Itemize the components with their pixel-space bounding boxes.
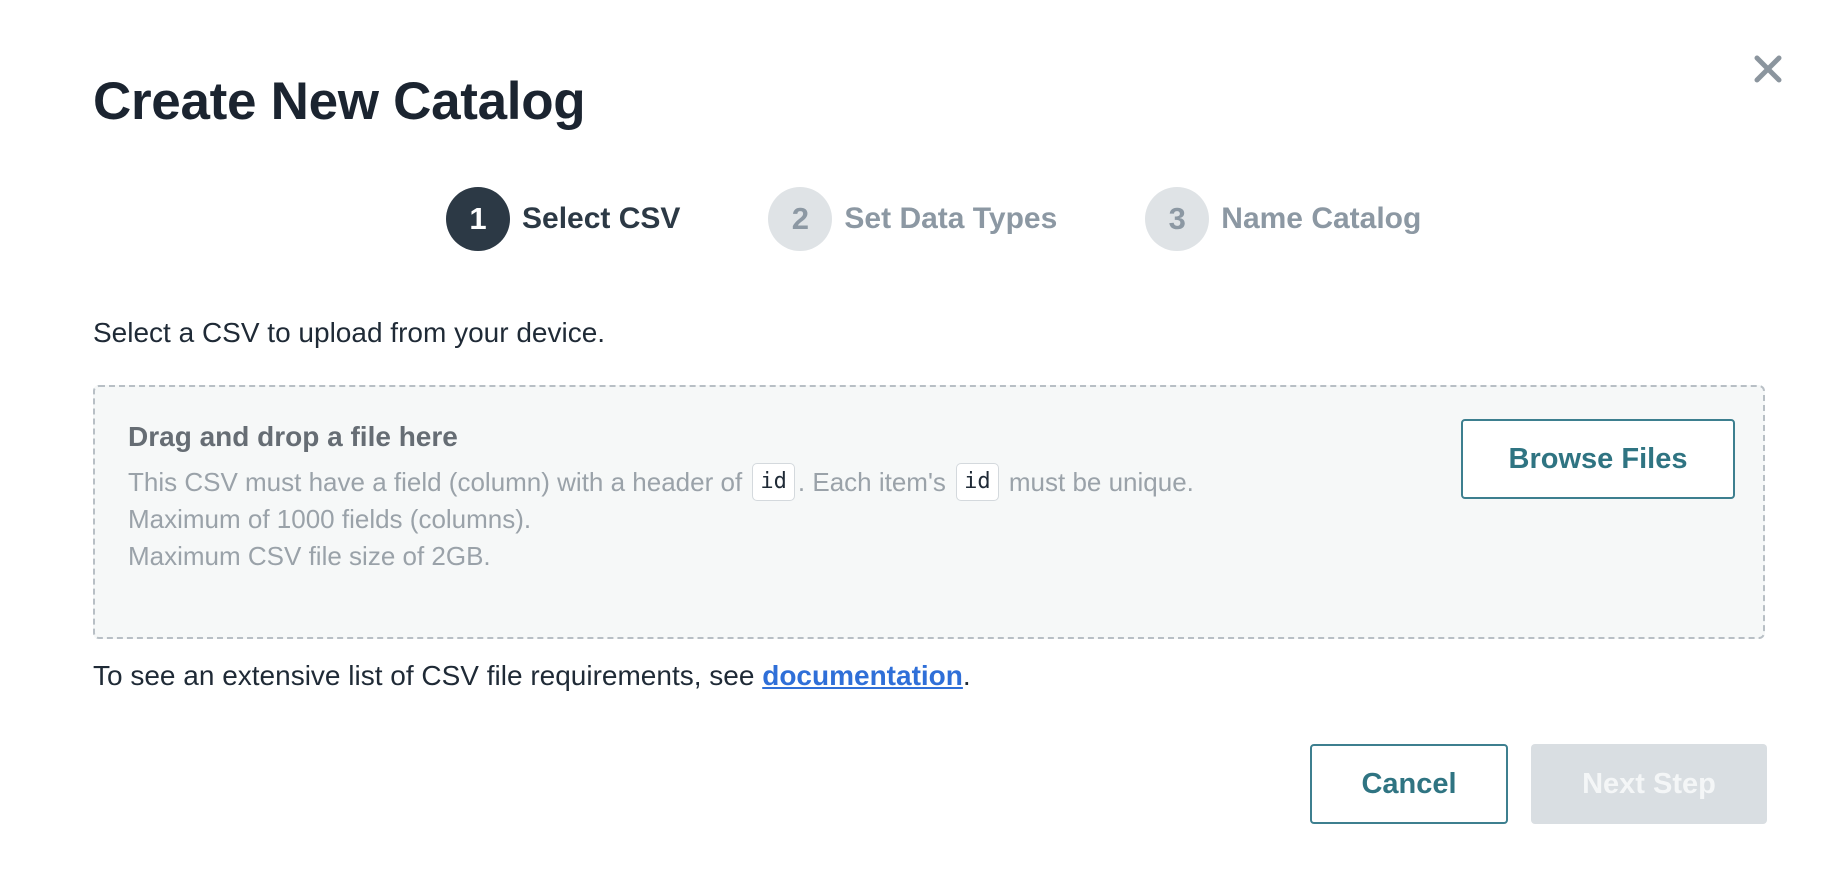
- documentation-link[interactable]: documentation: [762, 660, 963, 691]
- requirements-text: To see an extensive list of CSV file req…: [93, 660, 763, 691]
- step-set-data-types: 2 Set Data Types: [768, 187, 1057, 251]
- stepper: 1 Select CSV 2 Set Data Types 3 Name Cat…: [446, 187, 1421, 251]
- next-step-button[interactable]: Next Step: [1531, 744, 1767, 824]
- step-number-badge: 1: [446, 187, 510, 251]
- requirements-suffix: .: [962, 660, 971, 691]
- step-select-csv: 1 Select CSV: [446, 187, 680, 251]
- browse-files-button[interactable]: Browse Files: [1461, 419, 1735, 499]
- step-number-badge: 3: [1145, 187, 1210, 251]
- dropzone-text: This CSV must have a field (column) with…: [128, 466, 743, 497]
- cancel-button[interactable]: Cancel: [1310, 744, 1508, 824]
- step-number-badge: 2: [768, 187, 833, 251]
- code-id: id: [956, 463, 999, 501]
- requirements-note: To see an extensive list of CSV file req…: [93, 656, 971, 696]
- step-name-catalog: 3 Name Catalog: [1145, 187, 1421, 251]
- upload-instruction: Select a CSV to upload from your device.: [93, 317, 606, 348]
- step-label: Name Catalog: [1221, 202, 1422, 235]
- dropzone-text: must be unique.: [1008, 466, 1194, 497]
- dropzone-heading: Drag and drop a file here: [128, 421, 458, 452]
- close-icon: [1754, 55, 1782, 83]
- close-button[interactable]: [1751, 52, 1785, 86]
- dropzone-requirements: This CSV must have a field (column) with…: [128, 463, 1268, 575]
- dropzone-line-max-fields: Maximum of 1000 fields (columns).: [128, 504, 532, 534]
- create-catalog-dialog: Create New Catalog 1 Select CSV 2 Set Da…: [0, 0, 1832, 892]
- code-id: id: [752, 463, 795, 501]
- dropzone-line-max-size: Maximum CSV file size of 2GB.: [128, 541, 491, 571]
- dialog-title: Create New Catalog: [93, 72, 586, 131]
- step-label: Select CSV: [522, 202, 681, 235]
- step-label: Set Data Types: [844, 202, 1058, 235]
- dropzone-text: . Each item's: [797, 466, 946, 497]
- file-dropzone[interactable]: Drag and drop a file here This CSV must …: [93, 385, 1765, 639]
- dropzone-line-id-requirement: This CSV must have a field (column) with…: [128, 463, 1268, 501]
